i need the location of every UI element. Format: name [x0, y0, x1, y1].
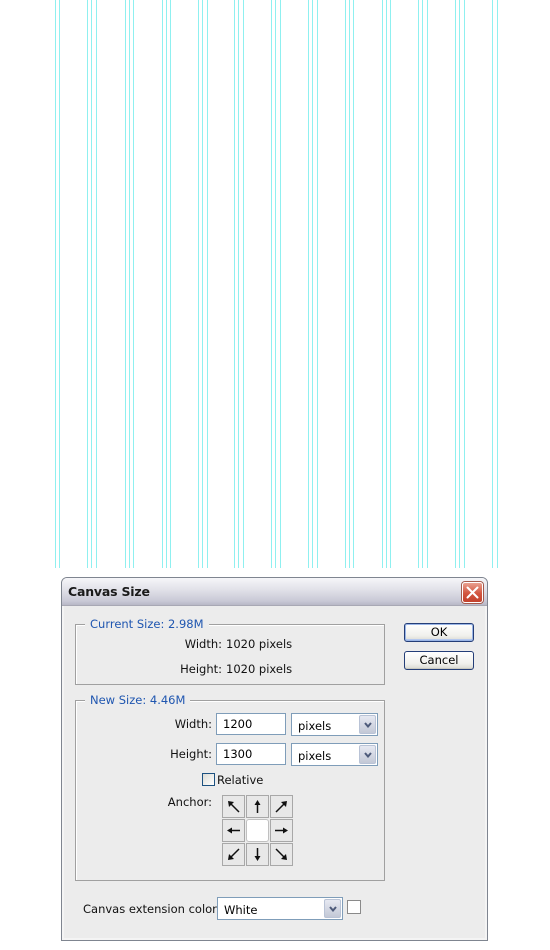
anchor-bottom[interactable] [246, 843, 269, 866]
guide-line[interactable] [312, 0, 313, 568]
arrow-up-left-icon [228, 801, 240, 813]
arrow-down-right-icon [275, 848, 287, 860]
guide-line[interactable] [390, 0, 391, 568]
chevron-down-icon[interactable] [359, 715, 376, 734]
guide-line[interactable] [492, 0, 493, 568]
guide-line[interactable] [198, 0, 199, 568]
guide-line[interactable] [497, 0, 498, 568]
chevron-down-icon[interactable] [359, 745, 376, 764]
dialog-titlebar[interactable]: Canvas Size [62, 578, 487, 606]
width-unit-select[interactable]: pixels [291, 713, 378, 736]
anchor-center[interactable] [246, 819, 269, 842]
guide-line[interactable] [91, 0, 92, 568]
anchor-top[interactable] [246, 795, 269, 818]
width-input[interactable] [216, 713, 286, 735]
extension-color-label: Canvas extension color: [83, 902, 221, 916]
arrow-up-icon [254, 800, 261, 813]
ok-button[interactable]: OK [404, 623, 474, 642]
guide-line[interactable] [349, 0, 350, 568]
height-input[interactable] [216, 743, 286, 765]
guide-line[interactable] [353, 0, 354, 568]
anchor-top-right[interactable] [270, 795, 293, 818]
new-size-legend: New Size: 4.46M [85, 693, 191, 707]
guide-line[interactable] [166, 0, 167, 568]
guide-line[interactable] [418, 0, 419, 568]
anchor-grid [222, 795, 295, 868]
guide-line[interactable] [170, 0, 171, 568]
guide-line[interactable] [87, 0, 88, 568]
document-canvas [0, 0, 550, 568]
arrow-down-left-icon [228, 848, 240, 860]
height-unit-value: pixels [298, 749, 332, 763]
current-width-label: Width: [184, 637, 222, 651]
guide-line[interactable] [455, 0, 456, 568]
relative-label[interactable]: Relative [217, 773, 263, 787]
extension-color-value: White [224, 903, 258, 917]
guide-line[interactable] [55, 0, 56, 568]
arrow-down-icon [254, 848, 261, 861]
extension-color-swatch[interactable] [347, 900, 361, 914]
current-height-value: 1020 pixels [226, 662, 293, 676]
close-icon [466, 586, 479, 599]
guide-line[interactable] [234, 0, 235, 568]
guide-line[interactable] [271, 0, 272, 568]
guide-line[interactable] [202, 0, 203, 568]
chevron-down-icon[interactable] [324, 899, 341, 918]
guide-line[interactable] [280, 0, 281, 568]
guide-line[interactable] [133, 0, 134, 568]
arrow-up-right-icon [275, 801, 287, 813]
current-width-value: 1020 pixels [226, 637, 293, 651]
anchor-left[interactable] [222, 819, 245, 842]
new-size-group: New Size: 4.46M Width: pixels Height: pi… [75, 693, 385, 881]
width-unit-value: pixels [298, 719, 332, 733]
anchor-bottom-left[interactable] [222, 843, 245, 866]
guide-line[interactable] [386, 0, 387, 568]
anchor-bottom-right[interactable] [270, 843, 293, 866]
dialog-title: Canvas Size [68, 584, 150, 599]
new-width-label: Width: [174, 717, 212, 731]
current-size-legend: Current Size: 2.98M [85, 617, 209, 631]
guide-line[interactable] [59, 0, 60, 568]
guide-line[interactable] [129, 0, 130, 568]
guide-line[interactable] [317, 0, 318, 568]
current-height-label: Height: [180, 662, 222, 676]
guide-line[interactable] [382, 0, 383, 568]
guide-line[interactable] [464, 0, 465, 568]
guide-line[interactable] [308, 0, 309, 568]
anchor-top-left[interactable] [222, 795, 245, 818]
guide-line[interactable] [243, 0, 244, 568]
guide-line[interactable] [422, 0, 423, 568]
guide-line[interactable] [125, 0, 126, 568]
arrow-right-icon [275, 827, 288, 834]
current-size-group: Current Size: 2.98M Width: 1020 pixels H… [75, 617, 385, 685]
guide-line[interactable] [238, 0, 239, 568]
anchor-label: Anchor: [167, 795, 212, 809]
close-button[interactable] [462, 582, 483, 603]
anchor-right[interactable] [270, 819, 293, 842]
relative-checkbox[interactable] [202, 773, 215, 786]
canvas-size-dialog: Canvas Size Current Size: 2.98M Width: 1… [61, 577, 488, 941]
arrow-left-icon [227, 827, 240, 834]
guide-line[interactable] [427, 0, 428, 568]
guide-line[interactable] [96, 0, 97, 568]
guide-line[interactable] [345, 0, 346, 568]
new-height-label: Height: [170, 747, 212, 761]
cancel-button[interactable]: Cancel [404, 651, 474, 670]
guide-line[interactable] [207, 0, 208, 568]
height-unit-select[interactable]: pixels [291, 743, 378, 766]
extension-color-select[interactable]: White [217, 897, 343, 920]
guide-line[interactable] [162, 0, 163, 568]
guide-line[interactable] [275, 0, 276, 568]
guide-line[interactable] [459, 0, 460, 568]
